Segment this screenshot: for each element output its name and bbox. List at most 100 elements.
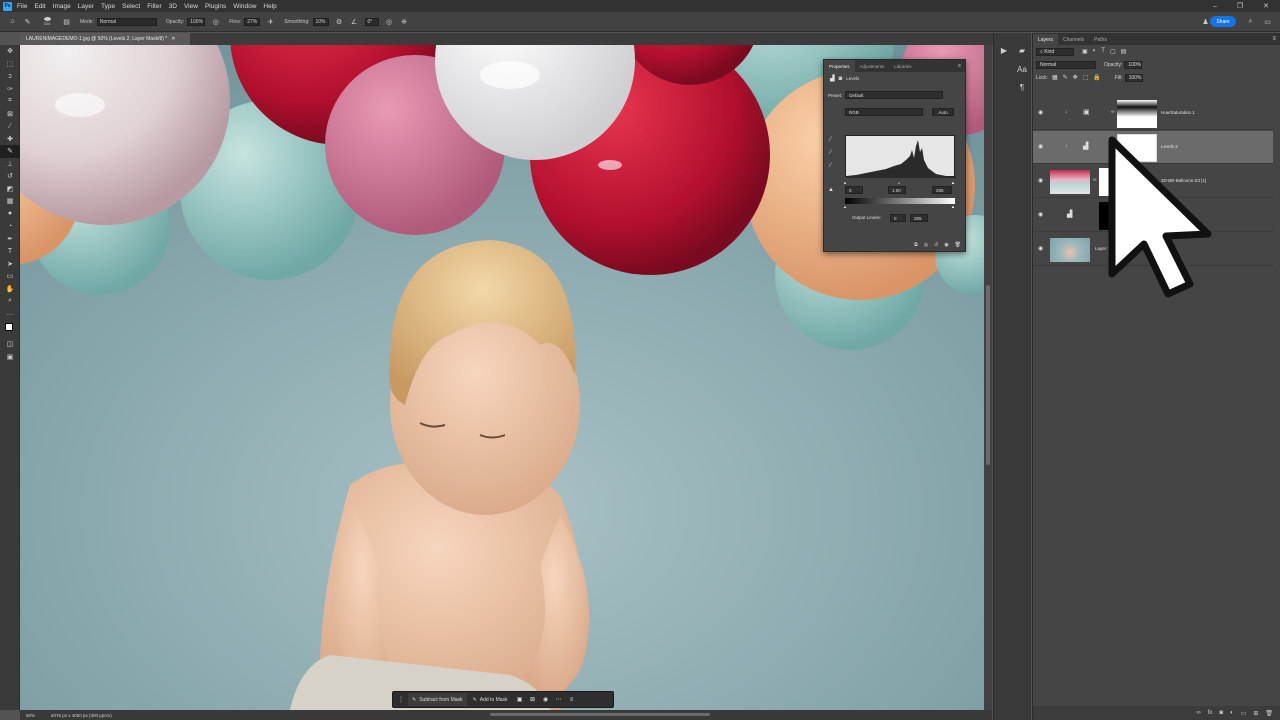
path-select-tool-icon[interactable]: ➤ [0,258,20,271]
document-tab[interactable]: LAURENIMAGEDEMO-1.jpg @ 50% (Levels 2, L… [20,33,190,45]
black-point-handle[interactable]: ▲ [843,180,847,185]
link-icon[interactable]: ∞ [1093,177,1097,183]
layer-mask-thumbnail[interactable] [1117,100,1157,128]
symmetry-icon[interactable]: ❈ [400,17,409,26]
menu-plugins[interactable]: Plugins [205,3,226,10]
delete-layer-icon[interactable]: 🗑 [1265,710,1273,717]
gradient-tool-icon[interactable]: ▦ [0,195,20,208]
fill-field[interactable]: 100% [1124,73,1143,82]
white-point-handle[interactable]: ▲ [951,180,955,185]
output-black-handle[interactable]: ▲ [843,204,847,209]
eye-icon[interactable]: ◉ [1038,143,1043,150]
channel-select[interactable]: RGB [845,108,923,116]
menu-layer[interactable]: Layer [78,3,94,10]
invert-mask-icon[interactable]: ⊠ [528,693,538,706]
dodge-tool-icon[interactable]: ◔ [0,220,20,233]
link-layers-icon[interactable]: ∞ [1196,710,1200,716]
type-tool-icon[interactable]: T [0,245,20,258]
share-button[interactable]: Share [1210,16,1236,27]
play-icon[interactable]: ▶ [996,42,1012,58]
gray-eyedropper-icon[interactable]: ⁄ [830,150,831,156]
menu-window[interactable]: Window [233,3,256,10]
eye-icon[interactable]: ◉ [1038,211,1043,218]
zoom-tool-icon[interactable]: ⌕ [0,295,20,308]
marquee-tool-icon[interactable]: ⬚ [0,58,20,71]
white-eyedropper-icon[interactable]: ⁄ [830,163,831,169]
user-icon[interactable]: ♟ [1201,17,1210,26]
lock-artboard-icon[interactable]: ⬚ [1083,74,1089,81]
lock-all-icon[interactable]: 🔒 [1093,74,1100,81]
hand-tool-icon[interactable]: ✋ [0,283,20,296]
view-mask-icon[interactable]: ◉ [541,693,551,706]
lock-paint-icon[interactable]: ✎ [1063,74,1068,81]
menu-view[interactable]: View [184,3,198,10]
reset-icon[interactable]: ↺ [934,242,938,248]
scroll-thumb[interactable] [986,285,990,465]
workspace-icon[interactable]: ▭ [1263,17,1272,26]
color-swatches[interactable] [0,320,20,338]
tab-properties[interactable]: Properties [824,60,855,72]
filter-kind-select[interactable]: ⌕ Kind [1036,47,1074,56]
menu-type[interactable]: Type [101,3,115,10]
menu-select[interactable]: Select [122,3,140,10]
pressure-size-icon[interactable]: ◎ [385,17,394,26]
menu-file[interactable]: File [17,3,27,10]
add-to-mask-button[interactable]: ✎ Add to Mask [469,693,512,706]
vertical-scrollbar[interactable] [984,45,992,710]
blur-tool-icon[interactable]: ● [0,208,20,221]
blend-mode-select[interactable]: Normal [1036,60,1096,69]
panel-menu-icon[interactable]: ≡ [958,63,961,69]
menu-edit[interactable]: Edit [34,3,45,10]
lasso-tool-icon[interactable]: ↄ [0,70,20,83]
airbrush-icon[interactable]: ✈ [266,17,275,26]
angle-field[interactable]: 0° [364,17,379,26]
lock-transparent-icon[interactable]: ▦ [1052,74,1058,81]
drag-handle-icon[interactable]: ⋮ [396,693,406,706]
brush-preset-picker[interactable]: 324 [38,17,56,26]
layer-row[interactable]: ◉ ↓ ▣ ∞ Hue/Saturation 1 [1033,97,1273,130]
history-brush-tool-icon[interactable]: ↺ [0,170,20,183]
visibility-icon[interactable]: ◉ [944,242,948,248]
brush-tool-icon[interactable]: ✎ [23,17,32,26]
delete-icon[interactable]: 🗑 [955,242,961,248]
tab-channels[interactable]: Channels [1058,34,1089,45]
menu-filter[interactable]: Filter [147,3,161,10]
horizontal-scroll-thumb[interactable] [490,713,710,716]
screen-mode-icon[interactable]: ▣ [0,351,20,364]
move-tool-icon[interactable]: ✥ [0,45,20,58]
output-black-field[interactable]: 0 [890,214,906,222]
brush-tool-icon[interactable]: ✎ [0,145,20,158]
filter-adjustment-icon[interactable]: ◐ [1093,48,1097,55]
filter-type-icon[interactable]: T [1101,48,1105,55]
tab-layers[interactable]: Layers [1033,34,1059,45]
search-icon[interactable]: ⌕ [1246,17,1255,26]
brush-settings-icon[interactable]: ▤ [62,17,71,26]
layer-name[interactable]: Hue/Saturation 1 [1161,110,1195,115]
flow-field[interactable]: 27% [244,17,261,26]
comment-icon[interactable]: ▰ [1014,42,1030,58]
character-icon[interactable]: Aa [1014,61,1030,77]
home-icon[interactable]: ⌂ [8,17,17,26]
tab-libraries[interactable]: Libraries [889,60,916,72]
add-mask-icon[interactable]: ◙ [1219,710,1223,716]
clone-stamp-tool-icon[interactable]: ⊥ [0,158,20,171]
menu-image[interactable]: Image [53,3,71,10]
preset-select[interactable]: Default [845,91,944,99]
pen-tool-icon[interactable]: ✒ [0,233,20,246]
levels-icon[interactable]: ▟ [830,75,835,82]
crop-tool-icon[interactable]: ⌗ [0,95,20,108]
eraser-tool-icon[interactable]: ◩ [0,183,20,196]
output-white-handle[interactable]: ▲ [951,204,955,209]
close-icon[interactable]: ✕ [1256,0,1276,12]
paragraph-icon[interactable]: ¶ [1014,79,1030,95]
mask-icon[interactable]: ◙ [839,76,843,82]
layer-thumbnail[interactable] [1050,238,1090,262]
midtone-handle[interactable]: ▲ [897,180,901,185]
input-mid-field[interactable]: 1.00 [888,186,906,194]
mode-select[interactable]: Normal [96,17,157,26]
menu-3d[interactable]: 3D [169,3,177,10]
layer-thumbnail[interactable] [1050,170,1090,194]
gear-icon[interactable]: ⚙ [335,17,344,26]
filter-shape-icon[interactable]: ▢ [1110,48,1116,55]
healing-brush-tool-icon[interactable]: ✚ [0,133,20,146]
